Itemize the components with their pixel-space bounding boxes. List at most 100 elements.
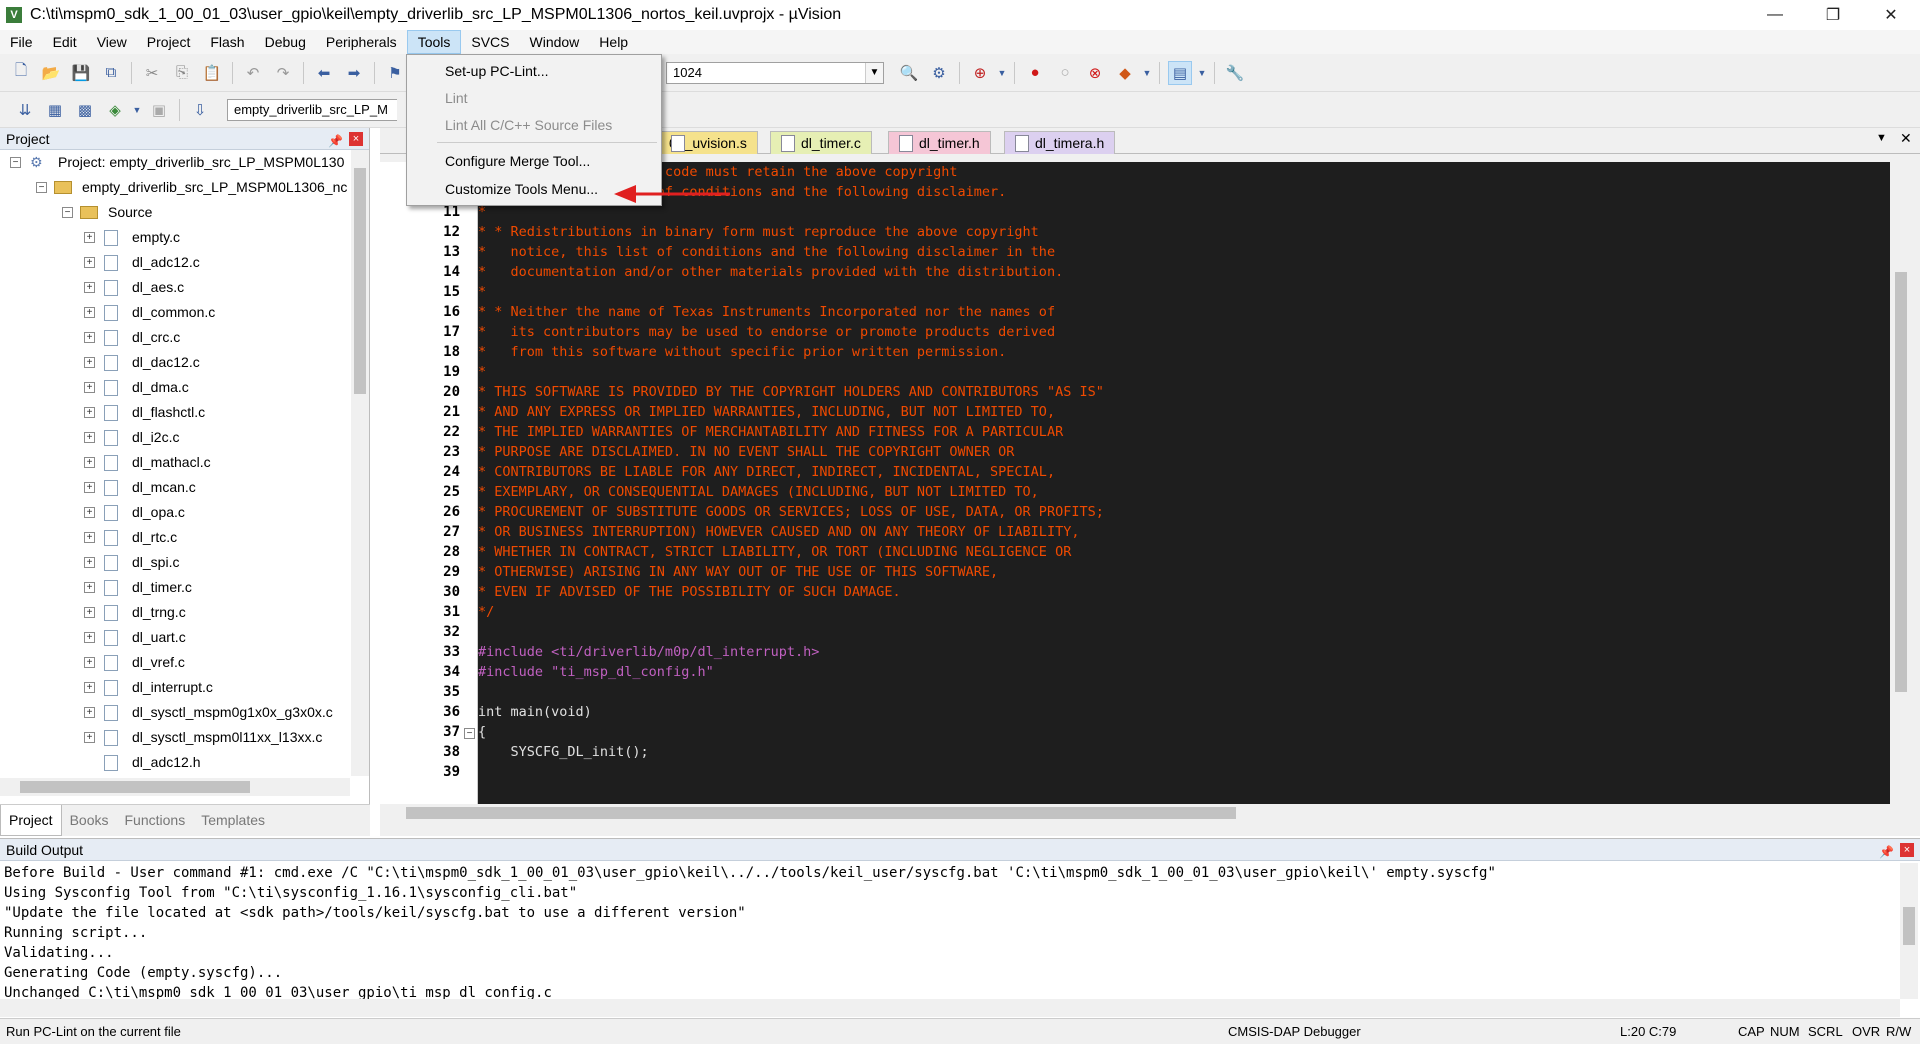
menu-svcs[interactable]: SVCS (461, 30, 519, 54)
expand-icon[interactable]: + (84, 732, 95, 743)
tree-file-item[interactable]: + dl_interrupt.c (0, 675, 350, 700)
translate-icon[interactable]: ⇊ (13, 98, 37, 122)
pin-icon[interactable]: 📌 (1879, 841, 1894, 863)
project-hscrollbar[interactable] (0, 778, 350, 796)
collapse-icon[interactable]: − (62, 207, 73, 218)
restore-button[interactable]: ❐ (1804, 0, 1862, 30)
expand-icon[interactable]: + (84, 657, 95, 668)
collapse-icon[interactable]: − (36, 182, 47, 193)
menu-flash[interactable]: Flash (200, 30, 254, 54)
disable-breakpoint-icon[interactable]: ○ (1053, 61, 1077, 85)
tree-file-item[interactable]: + dl_common.c (0, 300, 350, 325)
tree-group[interactable]: − Source (0, 200, 350, 225)
menu-item-configure-merge[interactable]: Configure Merge Tool... (407, 149, 661, 173)
scroll-thumb[interactable] (20, 781, 250, 793)
tab-books[interactable]: Books (62, 805, 117, 836)
expand-icon[interactable]: + (84, 507, 95, 518)
find-in-files-icon[interactable]: 🔍 (897, 61, 921, 85)
expand-icon[interactable]: + (84, 332, 95, 343)
dropdown-arrow-icon[interactable]: ▼ (998, 61, 1007, 85)
tree-file-item[interactable]: + dl_dac12.c (0, 350, 350, 375)
dropdown-arrow-icon[interactable]: ▼ (1143, 61, 1152, 85)
tree-target[interactable]: − empty_driverlib_src_LP_MSPM0L1306_nc (0, 175, 350, 200)
editor-tab[interactable]: dl_timera.h (1004, 131, 1116, 154)
scroll-thumb[interactable] (354, 168, 366, 394)
scroll-thumb[interactable] (406, 807, 1236, 819)
tree-file-item[interactable]: + dl_mcan.c (0, 475, 350, 500)
cut-icon[interactable]: ✂ (140, 61, 164, 85)
expand-icon[interactable]: + (84, 407, 95, 418)
fold-icon[interactable]: − (464, 728, 475, 739)
expand-icon[interactable]: + (84, 232, 95, 243)
tree-file-item[interactable]: + dl_opa.c (0, 500, 350, 525)
minimize-button[interactable]: — (1746, 0, 1804, 30)
expand-icon[interactable]: + (84, 357, 95, 368)
expand-icon[interactable]: + (84, 382, 95, 393)
load-icon[interactable]: ⇩ (188, 98, 212, 122)
tree-file-item[interactable]: + dl_i2c.c (0, 425, 350, 450)
project-vscrollbar[interactable] (351, 150, 369, 776)
tree-file-item[interactable]: + dl_trng.c (0, 600, 350, 625)
tree-file-item[interactable]: + dl_vref.c (0, 650, 350, 675)
expand-icon[interactable]: + (84, 632, 95, 643)
tab-templates[interactable]: Templates (193, 805, 273, 836)
editor-vscrollbar[interactable] (1892, 162, 1910, 804)
menu-project[interactable]: Project (137, 30, 201, 54)
scroll-thumb[interactable] (1903, 907, 1915, 945)
tab-list-icon[interactable]: ▼ (1876, 132, 1887, 144)
tree-file-item[interactable]: + dl_timer.c (0, 575, 350, 600)
close-icon[interactable]: × (1900, 843, 1914, 857)
build-hscrollbar[interactable] (0, 999, 1900, 1017)
expand-icon[interactable]: + (84, 532, 95, 543)
wrench-icon[interactable]: 🔧 (1223, 61, 1247, 85)
tree-file-item[interactable]: + dl_adc12.c (0, 250, 350, 275)
tab-project[interactable]: Project (0, 805, 62, 836)
incremental-find-icon[interactable]: ⚙ (927, 61, 951, 85)
breakpoint-icon[interactable]: ● (1023, 61, 1047, 85)
new-file-icon[interactable]: 🗋 (9, 61, 33, 85)
menu-view[interactable]: View (87, 30, 137, 54)
pin-icon[interactable]: 📌 (328, 130, 343, 152)
expand-icon[interactable]: + (84, 282, 95, 293)
tree-file-item[interactable]: + dl_mathacl.c (0, 450, 350, 475)
target-combo[interactable]: empty_driverlib_src_LP_M (227, 98, 397, 121)
paste-icon[interactable]: 📋 (200, 61, 224, 85)
tree-file-item[interactable]: + dl_aes.c (0, 275, 350, 300)
close-tab-icon[interactable]: ✕ (1900, 130, 1912, 147)
tree-file-item[interactable]: + dl_rtc.c (0, 525, 350, 550)
nav-forward-icon[interactable]: ➡ (342, 61, 366, 85)
tree-root[interactable]: − ⚙ Project: empty_driverlib_src_LP_MSPM… (0, 150, 350, 175)
open-icon[interactable]: 📂 (39, 61, 63, 85)
scroll-thumb[interactable] (1895, 272, 1907, 692)
expand-icon[interactable]: + (84, 557, 95, 568)
dropdown-arrow-icon[interactable]: ▼ (133, 98, 142, 122)
tree-file-item[interactable]: + dl_dma.c (0, 375, 350, 400)
close-icon[interactable]: × (349, 132, 363, 146)
expand-icon[interactable]: + (84, 682, 95, 693)
expand-icon[interactable]: + (84, 457, 95, 468)
build-icon[interactable]: ▦ (43, 98, 67, 122)
menu-help[interactable]: Help (589, 30, 638, 54)
chevron-down-icon[interactable]: ▼ (865, 62, 883, 83)
expand-icon[interactable]: + (84, 582, 95, 593)
menu-file[interactable]: File (0, 30, 43, 54)
menu-window[interactable]: Window (520, 30, 590, 54)
expand-icon[interactable]: + (84, 707, 95, 718)
tree-file-item[interactable]: dl_adc12.h (0, 750, 350, 775)
redo-icon[interactable]: ↷ (271, 61, 295, 85)
menu-tools[interactable]: Tools (406, 30, 462, 54)
copy-icon[interactable]: ⎘ (170, 61, 194, 85)
tree-file-item[interactable]: + dl_crc.c (0, 325, 350, 350)
tree-file-item[interactable]: + dl_flashctl.c (0, 400, 350, 425)
breakpoint-options-icon[interactable]: ◆ (1113, 61, 1137, 85)
tree-file-item[interactable]: + dl_uart.c (0, 625, 350, 650)
rebuild-icon[interactable]: ▩ (73, 98, 97, 122)
kill-breakpoints-icon[interactable]: ⊗ (1083, 61, 1107, 85)
tree-file-item[interactable]: + dl_spi.c (0, 550, 350, 575)
stop-build-icon[interactable]: ▣ (147, 98, 171, 122)
menu-edit[interactable]: Edit (43, 30, 87, 54)
menu-item-setup-pclint[interactable]: Set-up PC-Lint... (407, 59, 661, 83)
find-combo[interactable]: 1024 ▼ (666, 61, 884, 84)
tree-file-item[interactable]: + empty.c (0, 225, 350, 250)
expand-icon[interactable]: + (84, 257, 95, 268)
